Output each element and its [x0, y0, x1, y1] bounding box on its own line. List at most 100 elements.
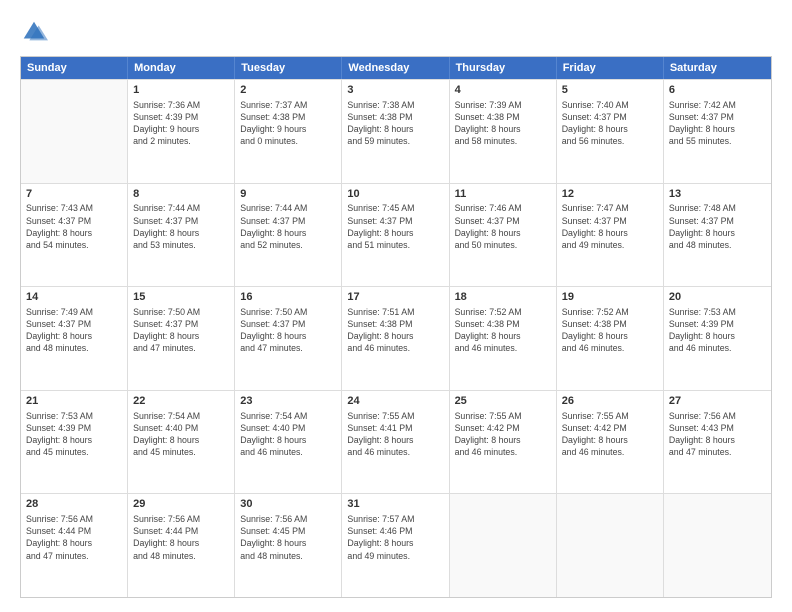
cal-cell	[664, 494, 771, 597]
cell-date: 13	[669, 187, 766, 202]
cell-info: Sunrise: 7:56 AM Sunset: 4:44 PM Dayligh…	[133, 513, 229, 562]
cell-date: 10	[347, 187, 443, 202]
cell-date: 26	[562, 394, 658, 409]
cell-info: Sunrise: 7:54 AM Sunset: 4:40 PM Dayligh…	[133, 410, 229, 459]
cell-info: Sunrise: 7:55 AM Sunset: 4:42 PM Dayligh…	[562, 410, 658, 459]
cal-cell	[21, 80, 128, 183]
cell-date: 20	[669, 290, 766, 305]
cell-info: Sunrise: 7:44 AM Sunset: 4:37 PM Dayligh…	[240, 202, 336, 251]
cal-cell: 18Sunrise: 7:52 AM Sunset: 4:38 PM Dayli…	[450, 287, 557, 390]
cal-cell: 29Sunrise: 7:56 AM Sunset: 4:44 PM Dayli…	[128, 494, 235, 597]
cal-header-thursday: Thursday	[450, 57, 557, 79]
header	[20, 18, 772, 46]
cell-date: 27	[669, 394, 766, 409]
cell-date: 12	[562, 187, 658, 202]
cal-cell: 25Sunrise: 7:55 AM Sunset: 4:42 PM Dayli…	[450, 391, 557, 494]
cal-cell: 10Sunrise: 7:45 AM Sunset: 4:37 PM Dayli…	[342, 184, 449, 287]
cell-date: 23	[240, 394, 336, 409]
cell-date: 7	[26, 187, 122, 202]
cell-date: 9	[240, 187, 336, 202]
cal-week-2: 7Sunrise: 7:43 AM Sunset: 4:37 PM Daylig…	[21, 183, 771, 287]
cal-week-4: 21Sunrise: 7:53 AM Sunset: 4:39 PM Dayli…	[21, 390, 771, 494]
cell-date: 17	[347, 290, 443, 305]
cell-info: Sunrise: 7:37 AM Sunset: 4:38 PM Dayligh…	[240, 99, 336, 148]
cal-cell: 28Sunrise: 7:56 AM Sunset: 4:44 PM Dayli…	[21, 494, 128, 597]
cell-info: Sunrise: 7:55 AM Sunset: 4:41 PM Dayligh…	[347, 410, 443, 459]
cal-cell: 24Sunrise: 7:55 AM Sunset: 4:41 PM Dayli…	[342, 391, 449, 494]
cell-date: 30	[240, 497, 336, 512]
cal-header-monday: Monday	[128, 57, 235, 79]
page: SundayMondayTuesdayWednesdayThursdayFrid…	[0, 0, 792, 612]
cal-cell: 17Sunrise: 7:51 AM Sunset: 4:38 PM Dayli…	[342, 287, 449, 390]
cell-info: Sunrise: 7:47 AM Sunset: 4:37 PM Dayligh…	[562, 202, 658, 251]
cell-date: 2	[240, 83, 336, 98]
cal-cell: 5Sunrise: 7:40 AM Sunset: 4:37 PM Daylig…	[557, 80, 664, 183]
logo-icon	[20, 18, 48, 46]
cell-date: 25	[455, 394, 551, 409]
cal-cell: 26Sunrise: 7:55 AM Sunset: 4:42 PM Dayli…	[557, 391, 664, 494]
cell-info: Sunrise: 7:52 AM Sunset: 4:38 PM Dayligh…	[455, 306, 551, 355]
cell-date: 24	[347, 394, 443, 409]
calendar-body: 1Sunrise: 7:36 AM Sunset: 4:39 PM Daylig…	[21, 79, 771, 597]
cal-cell: 1Sunrise: 7:36 AM Sunset: 4:39 PM Daylig…	[128, 80, 235, 183]
cell-info: Sunrise: 7:56 AM Sunset: 4:43 PM Dayligh…	[669, 410, 766, 459]
cal-week-3: 14Sunrise: 7:49 AM Sunset: 4:37 PM Dayli…	[21, 286, 771, 390]
cal-cell: 3Sunrise: 7:38 AM Sunset: 4:38 PM Daylig…	[342, 80, 449, 183]
calendar-header-row: SundayMondayTuesdayWednesdayThursdayFrid…	[21, 57, 771, 79]
cell-info: Sunrise: 7:39 AM Sunset: 4:38 PM Dayligh…	[455, 99, 551, 148]
cell-info: Sunrise: 7:49 AM Sunset: 4:37 PM Dayligh…	[26, 306, 122, 355]
cell-info: Sunrise: 7:44 AM Sunset: 4:37 PM Dayligh…	[133, 202, 229, 251]
cell-date: 11	[455, 187, 551, 202]
cal-week-5: 28Sunrise: 7:56 AM Sunset: 4:44 PM Dayli…	[21, 493, 771, 597]
cal-cell: 20Sunrise: 7:53 AM Sunset: 4:39 PM Dayli…	[664, 287, 771, 390]
cell-info: Sunrise: 7:36 AM Sunset: 4:39 PM Dayligh…	[133, 99, 229, 148]
cell-date: 31	[347, 497, 443, 512]
cell-info: Sunrise: 7:48 AM Sunset: 4:37 PM Dayligh…	[669, 202, 766, 251]
cell-date: 15	[133, 290, 229, 305]
cal-cell: 19Sunrise: 7:52 AM Sunset: 4:38 PM Dayli…	[557, 287, 664, 390]
cell-info: Sunrise: 7:46 AM Sunset: 4:37 PM Dayligh…	[455, 202, 551, 251]
cell-info: Sunrise: 7:55 AM Sunset: 4:42 PM Dayligh…	[455, 410, 551, 459]
cal-cell: 15Sunrise: 7:50 AM Sunset: 4:37 PM Dayli…	[128, 287, 235, 390]
cell-date: 8	[133, 187, 229, 202]
cal-week-1: 1Sunrise: 7:36 AM Sunset: 4:39 PM Daylig…	[21, 79, 771, 183]
cal-cell: 22Sunrise: 7:54 AM Sunset: 4:40 PM Dayli…	[128, 391, 235, 494]
cell-date: 5	[562, 83, 658, 98]
cal-header-friday: Friday	[557, 57, 664, 79]
cal-header-saturday: Saturday	[664, 57, 771, 79]
cal-cell: 27Sunrise: 7:56 AM Sunset: 4:43 PM Dayli…	[664, 391, 771, 494]
cell-date: 14	[26, 290, 122, 305]
cell-info: Sunrise: 7:40 AM Sunset: 4:37 PM Dayligh…	[562, 99, 658, 148]
cal-header-sunday: Sunday	[21, 57, 128, 79]
cell-info: Sunrise: 7:51 AM Sunset: 4:38 PM Dayligh…	[347, 306, 443, 355]
cell-date: 6	[669, 83, 766, 98]
cal-cell: 7Sunrise: 7:43 AM Sunset: 4:37 PM Daylig…	[21, 184, 128, 287]
logo	[20, 18, 52, 46]
cal-cell: 4Sunrise: 7:39 AM Sunset: 4:38 PM Daylig…	[450, 80, 557, 183]
cell-info: Sunrise: 7:50 AM Sunset: 4:37 PM Dayligh…	[240, 306, 336, 355]
cell-info: Sunrise: 7:45 AM Sunset: 4:37 PM Dayligh…	[347, 202, 443, 251]
cal-header-tuesday: Tuesday	[235, 57, 342, 79]
cal-cell	[557, 494, 664, 597]
cell-date: 29	[133, 497, 229, 512]
cal-cell: 14Sunrise: 7:49 AM Sunset: 4:37 PM Dayli…	[21, 287, 128, 390]
cell-date: 4	[455, 83, 551, 98]
cell-info: Sunrise: 7:56 AM Sunset: 4:45 PM Dayligh…	[240, 513, 336, 562]
cell-info: Sunrise: 7:56 AM Sunset: 4:44 PM Dayligh…	[26, 513, 122, 562]
cell-date: 28	[26, 497, 122, 512]
cell-info: Sunrise: 7:52 AM Sunset: 4:38 PM Dayligh…	[562, 306, 658, 355]
cal-cell: 11Sunrise: 7:46 AM Sunset: 4:37 PM Dayli…	[450, 184, 557, 287]
cell-date: 1	[133, 83, 229, 98]
cell-info: Sunrise: 7:38 AM Sunset: 4:38 PM Dayligh…	[347, 99, 443, 148]
cal-cell: 30Sunrise: 7:56 AM Sunset: 4:45 PM Dayli…	[235, 494, 342, 597]
cal-cell: 9Sunrise: 7:44 AM Sunset: 4:37 PM Daylig…	[235, 184, 342, 287]
cell-date: 22	[133, 394, 229, 409]
cell-date: 18	[455, 290, 551, 305]
cal-cell: 8Sunrise: 7:44 AM Sunset: 4:37 PM Daylig…	[128, 184, 235, 287]
cell-info: Sunrise: 7:54 AM Sunset: 4:40 PM Dayligh…	[240, 410, 336, 459]
cal-cell: 31Sunrise: 7:57 AM Sunset: 4:46 PM Dayli…	[342, 494, 449, 597]
cal-cell: 6Sunrise: 7:42 AM Sunset: 4:37 PM Daylig…	[664, 80, 771, 183]
calendar: SundayMondayTuesdayWednesdayThursdayFrid…	[20, 56, 772, 598]
cell-date: 19	[562, 290, 658, 305]
cell-info: Sunrise: 7:42 AM Sunset: 4:37 PM Dayligh…	[669, 99, 766, 148]
